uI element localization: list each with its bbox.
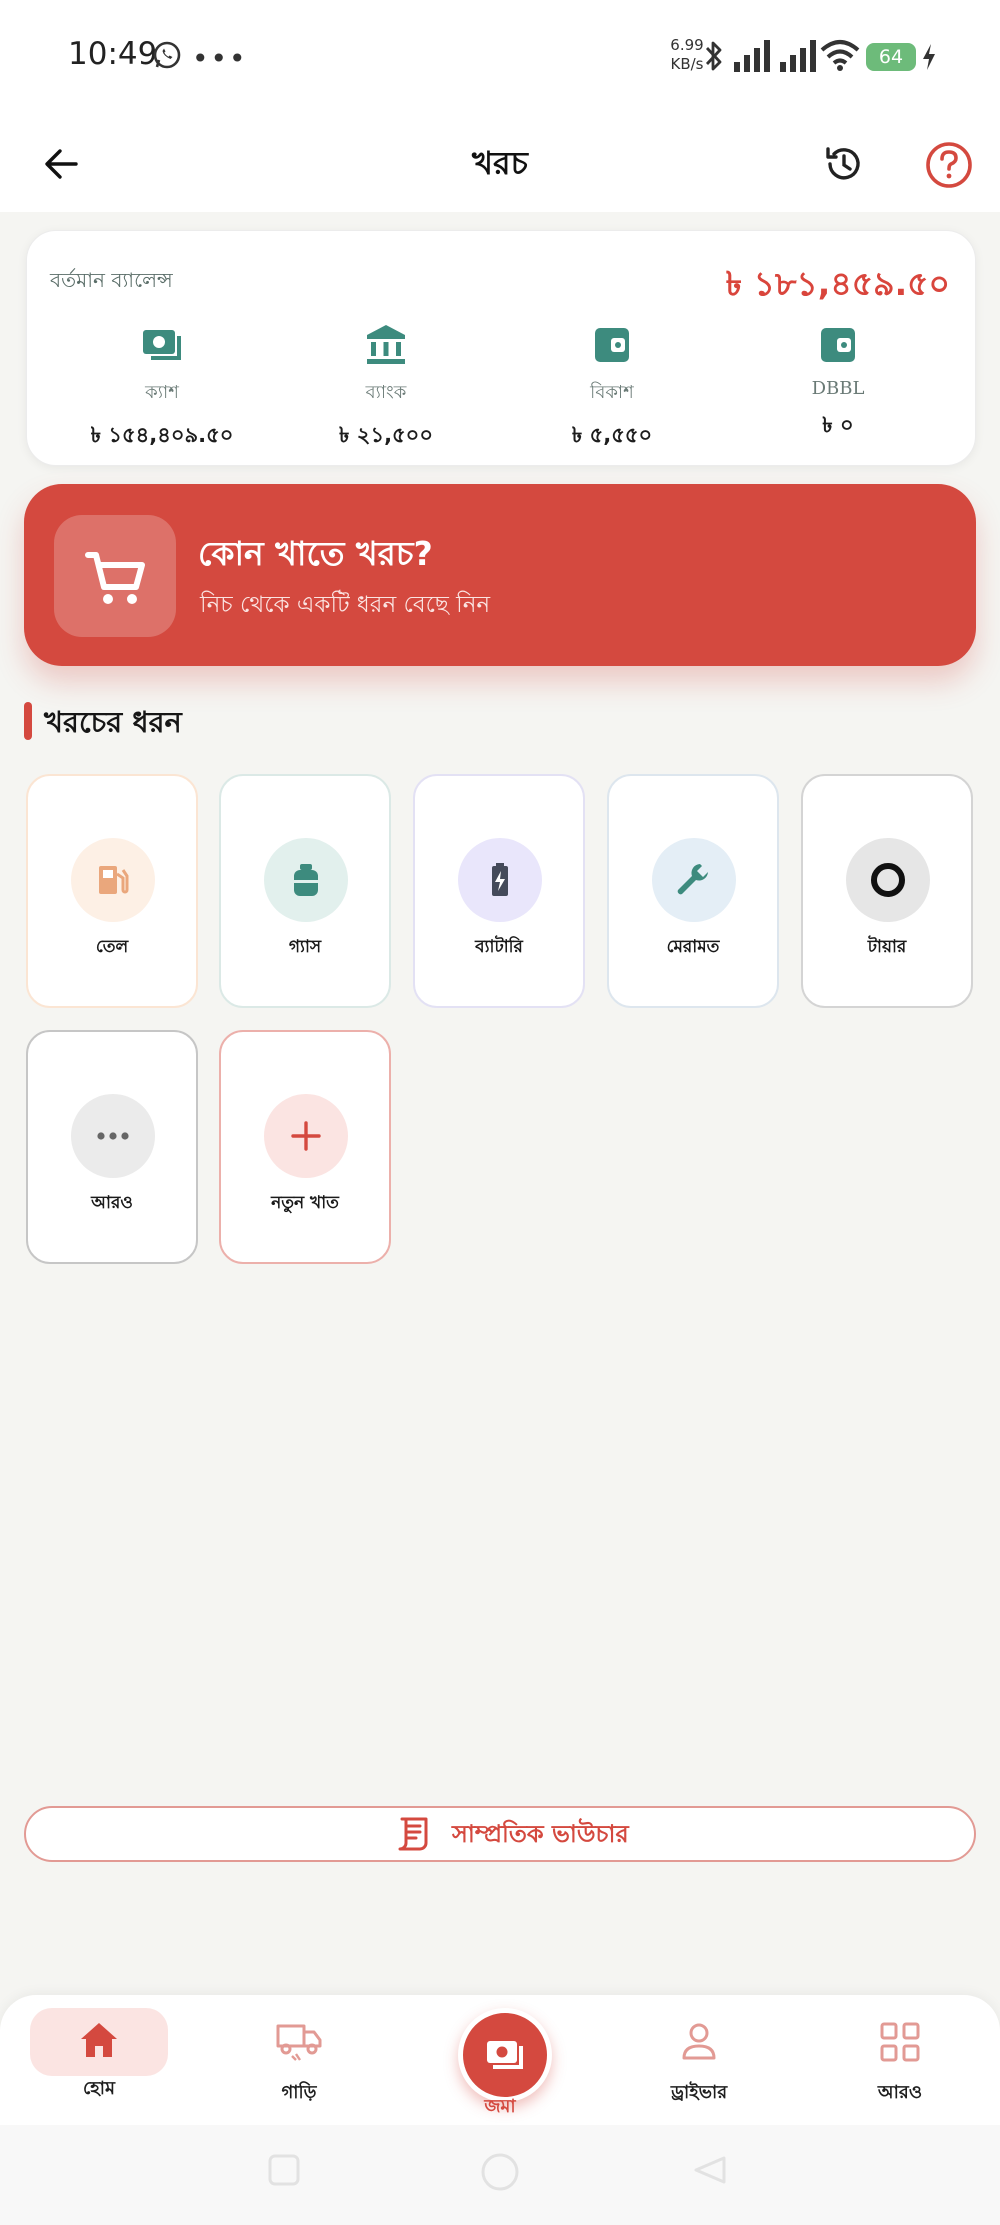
account-dbbl[interactable]: DBBL ৳ ০ [738,322,938,444]
nav-more[interactable]: আরও [830,2020,970,2109]
account-cash[interactable]: ক্যাশ ৳ ১৫৪,৪০৯.৫০ [62,322,262,454]
history-icon[interactable] [820,140,868,188]
more-dots-icon: ••• [192,42,248,75]
category-repair[interactable]: মেরামত [607,774,779,1008]
category-gas[interactable]: গ্যাস [219,774,391,1008]
account-bkash[interactable]: বিকাশ ৳ ৫,৫৫০ [512,322,712,454]
back-arrow-icon[interactable] [40,142,84,186]
nav-label: হোম [83,2078,115,2099]
category-more[interactable]: আরও [26,1030,198,1264]
section-accent-bar [24,702,32,740]
nav-label: গাড়ি [281,2082,317,2103]
account-value: ৳ ১৫৪,৪০৯.৫০ [90,423,234,447]
nav-home[interactable]: হোম [29,2020,169,2105]
home-circle-icon[interactable] [478,2150,522,2194]
banner-subtitle: নিচ থেকে একটি ধরন বেছে নিন [200,592,491,618]
balance-label: বর্তমান ব্যালেন্স [50,268,173,292]
page-title: খরচ [472,144,528,182]
bluetooth-icon [705,41,722,71]
plus-icon [291,1121,321,1151]
battery-icon [492,863,508,896]
nav-deposit-label: জমা [484,2096,516,2117]
wallet-icon [821,328,855,362]
balance-total: ৳ ১৮১,৪৫৯.৫০ [725,264,950,303]
account-name: DBBL [811,378,865,399]
nav-label: ড্রাইভার [670,2082,728,2103]
category-label: আরও [91,1193,133,1213]
grid-icon [880,2022,920,2062]
account-value: ৳ ২১,৫০০ [339,423,433,447]
wrench-icon [677,864,708,895]
cash-icon [487,2041,523,2069]
bank-icon [367,325,405,364]
fuel-icon [99,866,129,894]
wallet-icon [595,328,629,362]
charging-icon [923,44,935,70]
account-name: ক্যাশ [145,382,179,403]
more-icon [97,1132,129,1140]
truck-icon [276,2024,322,2061]
status-time: 10:49 [68,36,158,72]
category-label: গ্যাস [288,937,322,957]
cart-icon [85,552,145,604]
category-new[interactable]: নতুন খাত [219,1030,391,1264]
category-label: টায়ার [867,937,907,957]
category-label: মেরামত [666,937,720,957]
cash-icon [143,330,181,360]
account-name: বিকাশ [590,382,634,403]
signal-icon [734,40,770,72]
banner-icon-box [54,515,176,637]
category-label: তেল [95,937,129,957]
signal-icon [780,40,816,72]
nav-driver[interactable]: ড্রাইভার [629,2020,769,2109]
nav-label: আরও [877,2082,923,2103]
recent-apps-icon[interactable] [266,2152,302,2188]
whatsapp-icon [153,41,181,69]
account-value: ৳ ০ [822,413,854,437]
tire-icon [871,863,905,897]
home-icon [81,2023,117,2057]
back-triangle-icon[interactable] [690,2152,730,2188]
wifi-icon [820,40,860,71]
category-label: ব্যাটারি [475,937,523,957]
section-title: খরচের ধরন [44,705,182,739]
account-bank[interactable]: ব্যাংক ৳ ২১,৫০০ [286,322,486,454]
help-circle-icon[interactable] [924,140,974,190]
category-label: নতুন খাত [271,1193,339,1213]
category-fuel[interactable]: তেল [26,774,198,1008]
category-battery[interactable]: ব্যাটারি [413,774,585,1008]
receipt-icon [398,1817,428,1851]
nav-vehicle[interactable]: গাড়ি [229,2020,369,2109]
category-tire[interactable]: টায়ার [801,774,973,1008]
user-icon [682,2023,716,2060]
battery-indicator: 64 [866,43,916,71]
gas-cylinder-icon [294,864,318,896]
recent-voucher-label: সাম্প্রতিক ভাউচার [452,1820,629,1848]
account-value: ৳ ৫,৫৫০ [571,423,653,447]
account-name: ব্যাংক [365,382,407,403]
nav-deposit-button[interactable] [458,2008,552,2102]
banner-title: কোন খাতে খরচ? [198,534,433,573]
